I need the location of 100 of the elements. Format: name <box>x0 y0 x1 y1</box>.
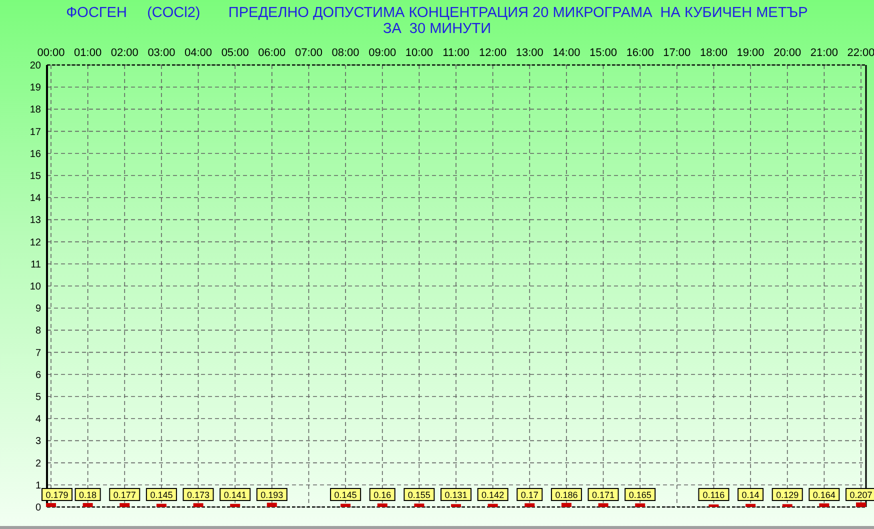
bar <box>451 504 461 507</box>
axis-label: 15:00 <box>590 47 618 59</box>
value-label: 0.165 <box>624 488 656 501</box>
bar <box>377 503 388 507</box>
value-label: 0.141 <box>220 488 251 501</box>
axis-label: 10 <box>30 282 41 292</box>
axis-label: 16 <box>30 148 41 160</box>
axis-label: 11 <box>30 259 41 270</box>
axis-label: 12 <box>30 237 41 248</box>
value-label: 0.129 <box>772 488 803 501</box>
axis-label: 9 <box>35 304 41 315</box>
data-label: 0.141 <box>224 490 246 500</box>
bar <box>782 504 792 507</box>
chart-title: ФОСГЕН (COCl2) ПРЕДЕЛНО ДОПУСТИМА КОНЦЕНТРАЦИЯ 20 МИКРОГРАМА НА КУБИЧЕН МЕТЪР <box>66 5 808 21</box>
value-label: 0.145 <box>146 488 177 501</box>
axis-label: 18 <box>30 104 41 116</box>
value-label: 0.131 <box>440 488 472 501</box>
axis-label: 08:00 <box>332 47 360 59</box>
value-label: 0.207 <box>846 488 874 501</box>
data-label: 0.207 <box>850 490 872 500</box>
axis-label: 6 <box>35 370 41 381</box>
value-label: 0.193 <box>256 488 288 501</box>
axis-label: 09:00 <box>368 47 396 59</box>
bar <box>488 504 498 507</box>
axis-label: 21:00 <box>810 47 838 59</box>
axis-label: 3 <box>35 436 41 448</box>
bar <box>193 503 204 507</box>
axis-label: 14:00 <box>552 47 580 59</box>
axis-label: 15 <box>30 171 41 182</box>
axis-label: 7 <box>35 348 41 359</box>
axis-label: 20 <box>30 60 41 72</box>
axis-label: 05:00 <box>221 47 249 59</box>
data-label: 0.155 <box>408 490 430 500</box>
value-label: 0.164 <box>808 488 840 501</box>
axis-label: 17 <box>30 126 41 138</box>
axis-label: 20:00 <box>774 47 802 59</box>
bar <box>266 502 277 507</box>
data-label: 0.171 <box>592 490 615 500</box>
axis-label: 10:00 <box>405 47 433 59</box>
axis-label: 1 <box>35 480 41 492</box>
bar <box>82 503 93 507</box>
bar <box>856 502 866 507</box>
value-label: 0.16 <box>369 488 396 501</box>
bar <box>561 502 572 507</box>
data-label: 0.129 <box>776 490 799 500</box>
data-label: 0.116 <box>702 490 725 500</box>
axis-label: 12:00 <box>479 47 507 59</box>
value-label: 0.18 <box>74 488 101 501</box>
axis-label: 22:00 <box>847 47 874 59</box>
bar <box>746 504 756 507</box>
value-label: 0.142 <box>477 488 508 501</box>
value-label: 0.177 <box>109 488 140 501</box>
bar <box>598 503 608 507</box>
bar <box>46 503 56 507</box>
axis-label: 18:00 <box>700 47 728 59</box>
axis-label: 17:00 <box>663 47 691 59</box>
bar <box>819 503 830 507</box>
data-label: 0.18 <box>79 490 97 500</box>
bar <box>524 503 535 507</box>
data-label: 0.14 <box>742 490 760 500</box>
value-label: 0.145 <box>330 488 362 501</box>
axis-label: 06:00 <box>258 47 286 59</box>
value-label: 0.14 <box>738 488 764 501</box>
axis-label: 04:00 <box>184 47 212 59</box>
data-label: 0.179 <box>46 490 68 500</box>
value-label: 0.171 <box>588 488 619 501</box>
data-label: 0.164 <box>812 490 836 500</box>
chart-title: ЗА 30 МИНУТИ <box>382 21 492 37</box>
data-label: 0.165 <box>628 490 652 500</box>
value-label: 0.186 <box>550 488 582 501</box>
axis-label: 0 <box>35 502 41 514</box>
axis-label: 2 <box>35 458 41 470</box>
axis-label: 13 <box>30 215 41 226</box>
data-label: 0.186 <box>555 490 578 500</box>
data-label: 0.131 <box>444 490 468 500</box>
value-label: 0.116 <box>698 488 730 501</box>
bar <box>230 504 240 507</box>
value-label: 0.179 <box>42 488 72 501</box>
data-label: 0.193 <box>260 490 284 500</box>
axis-label: 19 <box>30 82 41 94</box>
value-label: 0.173 <box>182 488 214 501</box>
data-label: 0.177 <box>113 490 136 500</box>
bar <box>708 504 719 507</box>
axis-label: 03:00 <box>148 47 176 59</box>
axis-label: 13:00 <box>516 47 544 59</box>
axis-label: 00:00 <box>37 47 65 59</box>
bar <box>340 504 351 507</box>
bar <box>414 504 424 507</box>
data-label: 0.145 <box>334 490 357 500</box>
axis-label: 07:00 <box>294 47 322 59</box>
data-label: 0.142 <box>482 490 504 500</box>
data-label: 0.173 <box>187 490 210 500</box>
data-label: 0.17 <box>520 490 538 500</box>
axis-label: 02:00 <box>110 47 138 59</box>
axis-label: 14 <box>30 193 41 204</box>
axis-label: 19:00 <box>736 47 764 59</box>
axis-label: 01:00 <box>74 47 102 59</box>
value-label: 0.155 <box>404 488 435 501</box>
axis-label: 11:00 <box>442 47 470 59</box>
bar <box>120 503 130 507</box>
